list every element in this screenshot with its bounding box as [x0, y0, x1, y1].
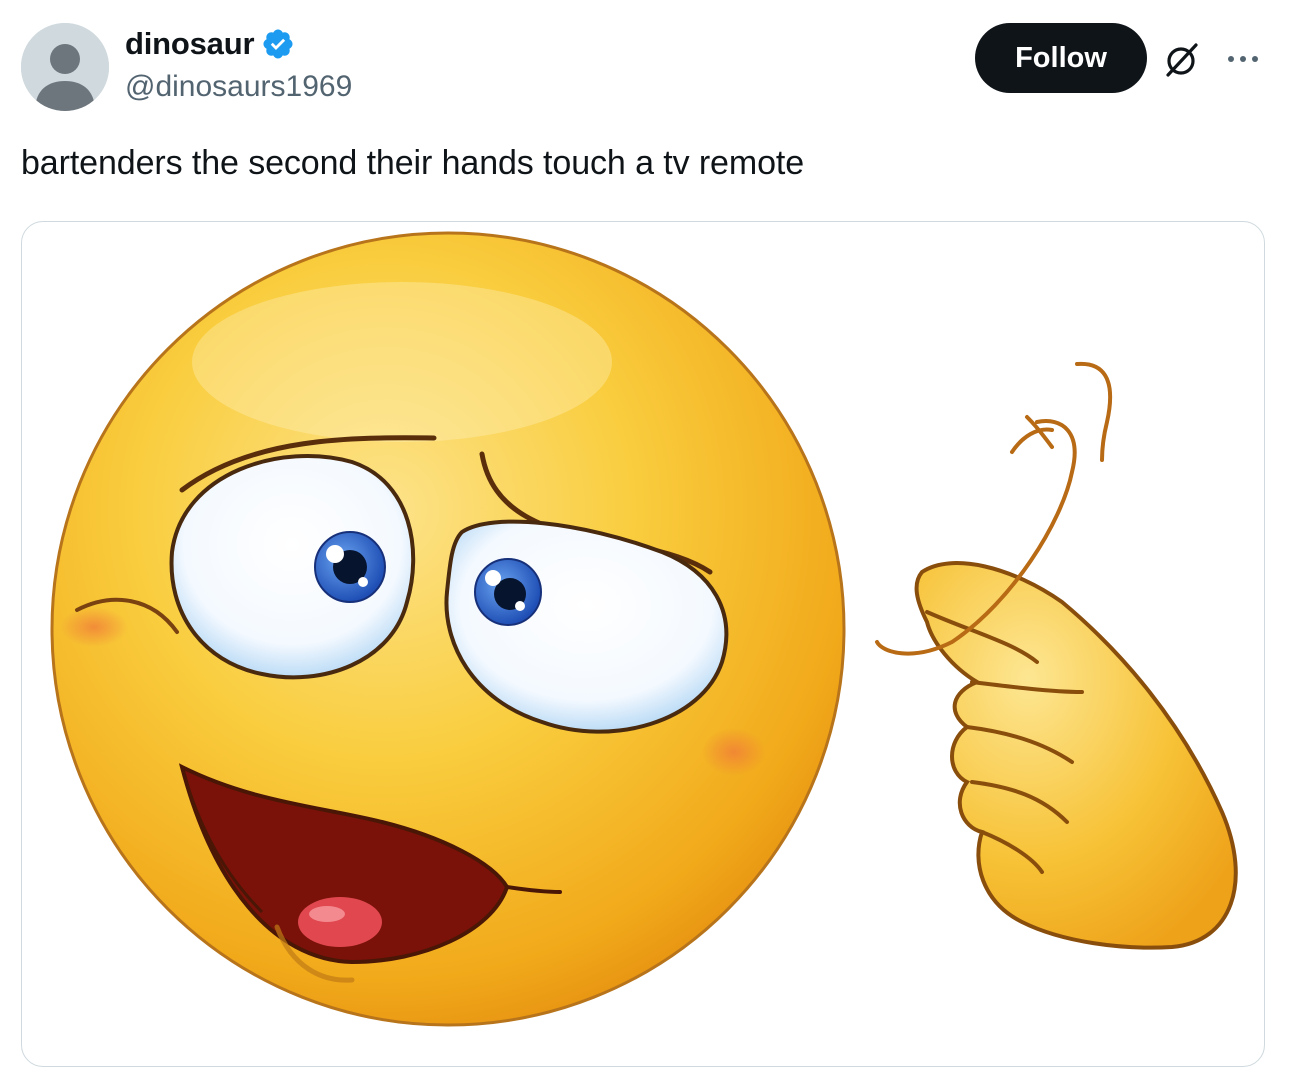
more-icon[interactable]: [1222, 42, 1264, 76]
display-name[interactable]: dinosaur: [125, 26, 255, 62]
tweet-media[interactable]: [21, 221, 1265, 1067]
tweet-text: bartenders the second their hands touch …: [21, 144, 805, 182]
avatar[interactable]: [21, 23, 109, 111]
verified-badge-icon[interactable]: [261, 27, 295, 61]
tweet-card: dinosaur @dinosaurs1969 Follow bartender…: [0, 0, 1296, 1080]
grok-icon[interactable]: [1162, 40, 1202, 80]
crazy-emoji-image: [50, 231, 1238, 1027]
author-handle[interactable]: @dinosaurs1969: [125, 70, 352, 104]
default-avatar-icon: [21, 23, 109, 111]
author-name-row: dinosaur: [125, 24, 295, 64]
follow-button[interactable]: Follow: [975, 23, 1147, 93]
